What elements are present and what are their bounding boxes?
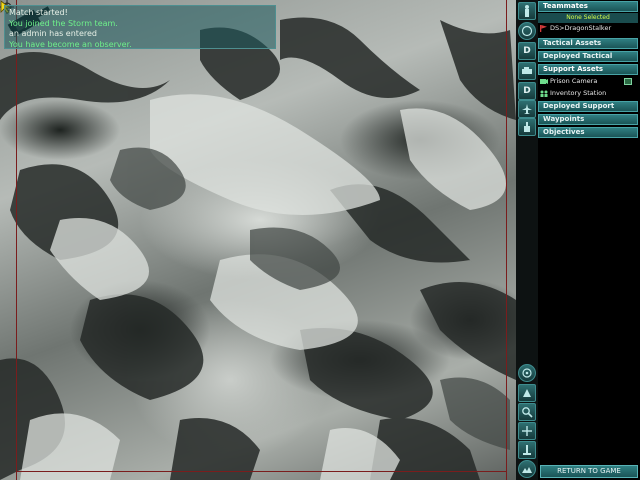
waypoints-header[interactable]: Waypoints — [538, 114, 638, 125]
none-selected-label: None Selected — [538, 13, 638, 23]
teammate-row[interactable]: DS>DragonStalker — [538, 23, 638, 34]
deploy-toggle-icon[interactable] — [624, 78, 632, 85]
return-to-game-button[interactable]: RETURN TO GAME — [540, 465, 638, 478]
inventory-icon — [540, 90, 548, 97]
tactical-assets-header[interactable]: Tactical Assets — [538, 38, 638, 49]
terrain-shading — [0, 17, 516, 480]
inventory-station-row[interactable]: Inventory Station — [538, 88, 638, 99]
center-icon[interactable] — [518, 364, 536, 382]
prison-camera-label: Prison Camera — [550, 77, 598, 85]
d-icon-label: D — [523, 46, 531, 56]
turret-icon[interactable] — [518, 118, 536, 136]
map-border-right — [506, 0, 507, 480]
support-assets-header[interactable]: Support Assets — [538, 64, 638, 75]
vehicle-icon[interactable] — [518, 62, 536, 80]
teammate-name: DS>DragonStalker — [550, 24, 612, 32]
flag-icon — [540, 25, 547, 32]
objectives-header[interactable]: Objectives — [538, 127, 638, 138]
terrain-icon[interactable] — [518, 460, 536, 478]
map-border-left — [16, 0, 17, 480]
deployed-support-header[interactable]: Deployed Support — [538, 101, 638, 112]
inventory-station-label: Inventory Station — [550, 89, 607, 97]
map-border-bottom — [16, 471, 507, 472]
camera-icon — [540, 79, 548, 84]
teammates-header[interactable]: Teammates — [538, 1, 638, 12]
d-icon[interactable]: D — [518, 82, 536, 100]
prison-camera-row[interactable]: Prison Camera — [538, 76, 638, 87]
chat-line: an admin has entered — [9, 29, 97, 38]
command-panel: Teammates None Selected DS>DragonStalker… — [538, 0, 640, 480]
soldier-icon[interactable] — [518, 2, 536, 20]
deployed-tactical-header[interactable]: Deployed Tactical — [538, 51, 638, 62]
chat-line: Match started! — [9, 8, 68, 17]
command-icon-column: D D — [516, 0, 538, 480]
circle-target-icon[interactable] — [518, 22, 536, 40]
d-icon[interactable]: D — [518, 42, 536, 60]
move-icon[interactable] — [518, 422, 536, 440]
chat-line: You joined the Storm team. — [9, 18, 118, 28]
zoom-icon[interactable] — [518, 403, 536, 421]
pan-icon[interactable] — [518, 384, 536, 402]
chat-log: Match started! You joined the Storm team… — [4, 5, 276, 49]
chat-line: You have become an observer. — [9, 39, 132, 49]
jet-icon[interactable] — [518, 100, 536, 118]
sensor-icon[interactable] — [518, 441, 536, 459]
d-icon-label: D — [523, 86, 531, 96]
terrain-map[interactable] — [0, 0, 516, 480]
